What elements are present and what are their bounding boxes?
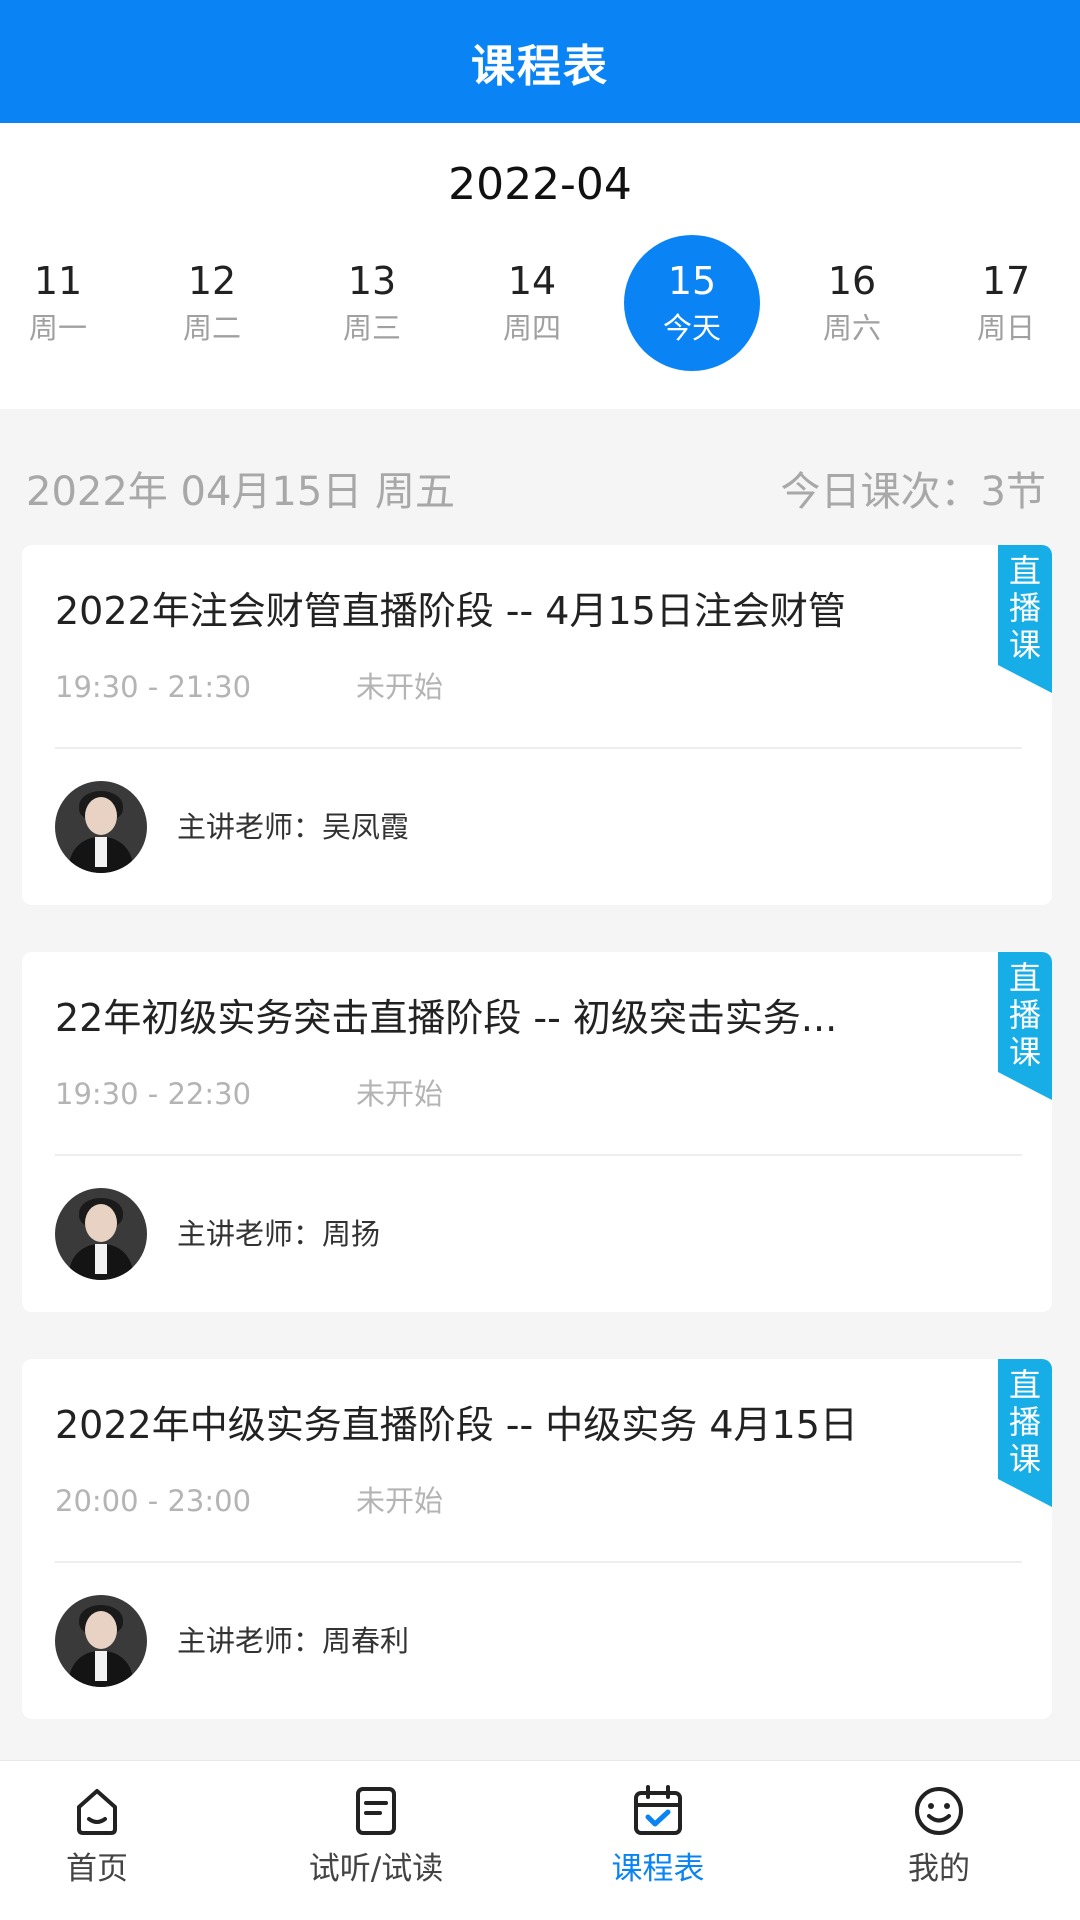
day-11[interactable]: 11 周一 (0, 235, 126, 371)
course-title: 2022年注会财管直播阶段 -- 4月15日注会财管 (55, 589, 846, 633)
course-status: 未开始 (356, 1077, 444, 1111)
teacher-name: 主讲老师：周扬 (177, 1217, 381, 1251)
tab-schedule[interactable]: 课程表 (558, 1761, 758, 1920)
day-13[interactable]: 13 周三 (304, 235, 440, 371)
live-course-badge: 直播课 (998, 545, 1052, 693)
day-label: 周一 (28, 311, 87, 345)
course-card[interactable]: 2022年注会财管直播阶段 -- 4月15日注会财管 19:30 - 21:30… (22, 545, 1052, 905)
tab-trial[interactable]: 试听/试读 (276, 1761, 476, 1920)
tab-label: 课程表 (611, 1851, 705, 1887)
badge-label: 直播课 (1008, 959, 1041, 1071)
lesson-count: 今日课次：3节 (780, 469, 1046, 515)
divider (55, 1154, 1022, 1156)
tab-home[interactable]: 首页 (0, 1761, 197, 1920)
course-status: 未开始 (356, 1484, 444, 1518)
day-15-today[interactable]: 15 今天 (624, 235, 760, 371)
live-course-badge: 直播课 (998, 952, 1052, 1100)
course-time: 19:30 - 22:30 (55, 1077, 252, 1111)
day-number: 15 (667, 259, 717, 303)
course-card[interactable]: 2022年中级实务直播阶段 -- 中级实务 4月15日 20:00 - 23:0… (22, 1359, 1052, 1719)
course-time: 19:30 - 21:30 (55, 670, 252, 704)
badge-label: 直播课 (1008, 1366, 1041, 1478)
day-number: 13 (347, 259, 397, 303)
day-14[interactable]: 14 周四 (464, 235, 600, 371)
day-number: 11 (33, 259, 83, 303)
week-row: 11 周一 12 周二 13 周三 14 周四 15 今天 16 周六 17 周… (0, 235, 1080, 385)
course-status: 未开始 (356, 670, 444, 704)
day-number: 17 (981, 259, 1031, 303)
day-number: 14 (507, 259, 557, 303)
tab-mine[interactable]: 我的 (839, 1761, 1039, 1920)
day-label: 周二 (182, 311, 241, 345)
header-bar: 课程表 (0, 0, 1080, 123)
day-label: 今天 (662, 311, 721, 345)
home-icon (77, 1789, 117, 1835)
page-title: 课程表 (471, 40, 609, 92)
day-label: 周三 (342, 311, 401, 345)
course-time: 20:00 - 23:00 (55, 1484, 252, 1518)
document-icon (356, 1787, 396, 1835)
day-12[interactable]: 12 周二 (144, 235, 280, 371)
day-number: 12 (187, 259, 237, 303)
teacher-avatar (55, 1188, 147, 1280)
day-label: 周四 (502, 311, 561, 345)
app: 课程表 2022-04 11 周一 12 周二 13 周三 14 周四 15 今… (0, 0, 1080, 1920)
day-16[interactable]: 16 周六 (784, 235, 920, 371)
teacher-avatar (55, 781, 147, 873)
month-label[interactable]: 2022-04 (0, 155, 1080, 215)
day-label: 周日 (976, 311, 1035, 345)
course-title: 2022年中级实务直播阶段 -- 中级实务 4月15日 (55, 1403, 858, 1447)
badge-label: 直播课 (1008, 552, 1041, 664)
divider (55, 1561, 1022, 1563)
day-label: 周六 (822, 311, 881, 345)
divider (55, 747, 1022, 749)
smiley-icon (915, 1787, 963, 1835)
course-card[interactable]: 22年初级实务突击直播阶段 -- 初级突击实务... 19:30 - 22:30… (22, 952, 1052, 1312)
date-summary: 2022年 04月15日 周五 今日课次：3节 (0, 460, 1080, 524)
day-17[interactable]: 17 周日 (938, 235, 1074, 371)
teacher-name: 主讲老师：吴凤霞 (177, 810, 410, 844)
calendar-icon (634, 1785, 682, 1835)
selected-date: 2022年 04月15日 周五 (26, 469, 456, 515)
teacher-name: 主讲老师：周春利 (177, 1624, 410, 1658)
bottom-tab-bar: 首页 试听/试读 课程表 我的 (0, 1760, 1080, 1920)
course-title: 22年初级实务突击直播阶段 -- 初级突击实务... (55, 996, 838, 1040)
tab-label: 试听/试读 (308, 1851, 444, 1887)
tab-label: 我的 (908, 1851, 970, 1887)
tab-label: 首页 (66, 1851, 128, 1887)
live-course-badge: 直播课 (998, 1359, 1052, 1507)
week-calendar: 2022-04 11 周一 12 周二 13 周三 14 周四 15 今天 16… (0, 123, 1080, 409)
day-number: 16 (827, 259, 877, 303)
teacher-avatar (55, 1595, 147, 1687)
